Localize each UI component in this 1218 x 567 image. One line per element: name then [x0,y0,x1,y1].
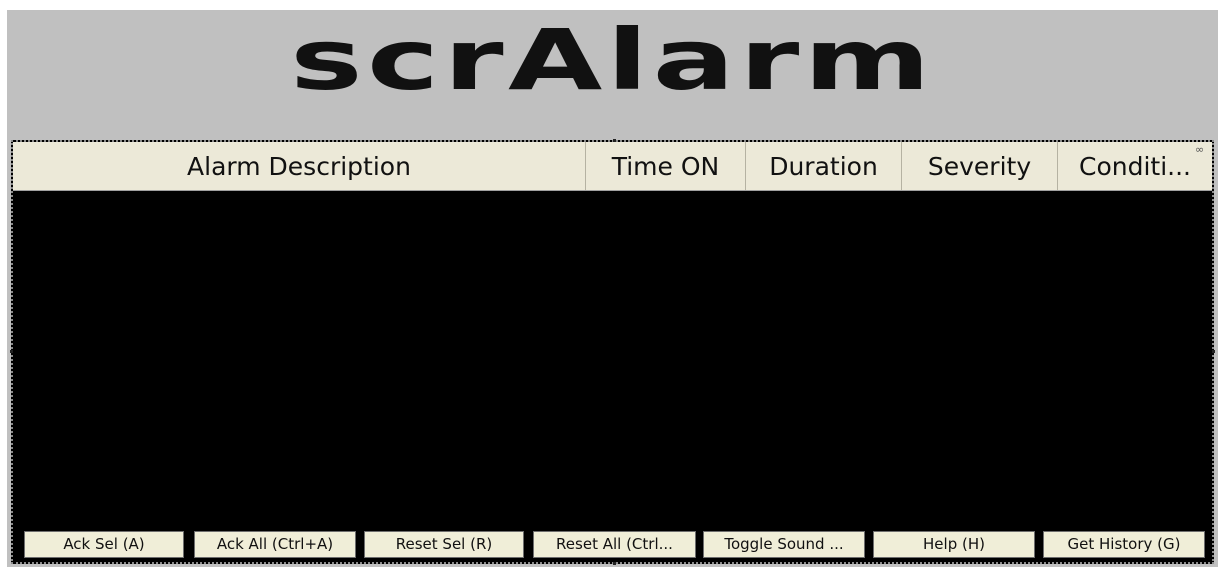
help-button[interactable]: Help (H) [873,531,1035,558]
alarm-button-bar: Ack Sel (A) Ack All (Ctrl+A) Reset Sel (… [13,524,1212,562]
ack-selected-button[interactable]: Ack Sel (A) [24,531,184,558]
resize-handle-top[interactable] [613,139,616,142]
resize-handle-bottom[interactable] [613,562,616,565]
settings-link-icon[interactable]: ∞ [1195,144,1209,155]
reset-all-button[interactable]: Reset All (Ctrl... [533,531,696,558]
screen-title: scrAlarm [290,11,935,109]
alarm-table-header: Alarm Description Time ON Duration Sever… [13,142,1212,191]
column-header-time-on[interactable]: Time ON [586,142,746,190]
reset-selected-button[interactable]: Reset Sel (R) [364,531,524,558]
column-header-condition[interactable]: Conditi... [1058,142,1212,190]
column-header-duration[interactable]: Duration [746,142,902,190]
alarm-list[interactable] [13,191,1212,526]
resize-handle-right[interactable] [1212,350,1215,353]
alarm-screen: scrAlarm Alarm Description Time ON Durat… [7,10,1218,567]
column-header-alarm-description[interactable]: Alarm Description [13,142,586,190]
column-header-severity[interactable]: Severity [902,142,1058,190]
toggle-sound-button[interactable]: Toggle Sound ... [703,531,865,558]
alarm-viewer-control[interactable]: Alarm Description Time ON Duration Sever… [10,139,1215,565]
resize-handle-left[interactable] [10,350,13,353]
ack-all-button[interactable]: Ack All (Ctrl+A) [194,531,356,558]
get-history-button[interactable]: Get History (G) [1043,531,1205,558]
